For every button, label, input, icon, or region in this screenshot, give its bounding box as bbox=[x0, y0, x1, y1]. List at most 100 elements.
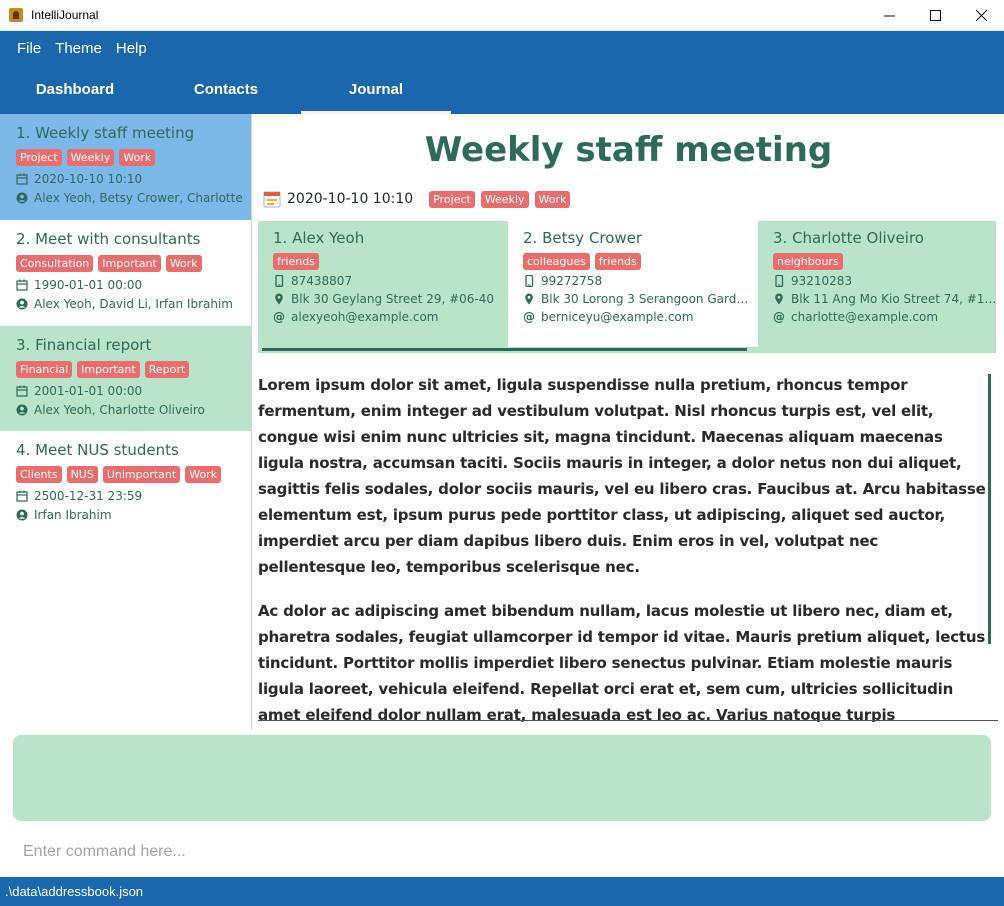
entry-tags: Financial Important Report bbox=[16, 361, 251, 378]
user-icon bbox=[16, 509, 28, 521]
entry-detail-panel: Weekly staff meeting 2020-10-10 10:10 Pr… bbox=[253, 114, 1004, 730]
contact-email: alexyeoh@example.com bbox=[291, 310, 439, 324]
calendar-icon bbox=[16, 385, 28, 397]
maximize-button[interactable] bbox=[912, 0, 958, 31]
contact-phone: 93210283 bbox=[791, 274, 853, 288]
tag: Work bbox=[119, 149, 156, 166]
contact-phone-row: 99272758 bbox=[523, 274, 753, 288]
body-paragraph: Lorem ipsum dolor sit amet, ligula suspe… bbox=[258, 376, 986, 576]
minimize-button[interactable] bbox=[866, 0, 912, 31]
tag: Important bbox=[98, 255, 161, 272]
body-divider bbox=[258, 720, 998, 721]
detail-meta-row: 2020-10-10 10:10 Project Weekly Work bbox=[263, 190, 571, 208]
contact-tags: neighbours bbox=[773, 253, 996, 270]
contact-tags: friends bbox=[273, 253, 508, 270]
close-icon bbox=[975, 10, 987, 21]
entry-body-text: Lorem ipsum dolor sit amet, ligula suspe… bbox=[258, 372, 988, 722]
email-at-icon: @ bbox=[523, 310, 535, 324]
tag: colleagues bbox=[523, 253, 590, 270]
menu-bar: File Theme Help bbox=[0, 31, 1004, 65]
contact-email: berniceyu@example.com bbox=[541, 310, 694, 324]
menu-theme[interactable]: Theme bbox=[55, 40, 102, 57]
app-icon bbox=[9, 8, 23, 22]
window-title: IntelliJournal bbox=[31, 8, 99, 22]
calendar-icon bbox=[16, 173, 28, 185]
entry-people-row: Alex Yeoh, Betsy Crower, Charlotte Olive… bbox=[16, 191, 244, 205]
user-icon bbox=[16, 404, 28, 416]
contact-tags: colleagues friends bbox=[523, 253, 758, 270]
entry-date-row: 2001-01-01 00:00 bbox=[16, 384, 244, 398]
tab-dashboard[interactable]: Dashboard bbox=[0, 65, 150, 114]
contact-card[interactable]: 3. Charlotte Oliveiro neighbours 9321028… bbox=[758, 221, 996, 347]
menu-help[interactable]: Help bbox=[116, 40, 147, 57]
entry-people: Alex Yeoh, Charlotte Oliveiro bbox=[34, 403, 205, 417]
close-button[interactable] bbox=[958, 0, 1004, 31]
entry-tags: Consultation Important Work bbox=[16, 255, 251, 272]
entry-date: 2500-12-31 23:59 bbox=[34, 489, 143, 503]
detail-date: 2020-10-10 10:10 bbox=[287, 191, 414, 207]
tag: Work bbox=[185, 466, 222, 483]
entry-date: 2020-10-10 10:10 bbox=[34, 172, 143, 186]
entry-date: 2001-01-01 00:00 bbox=[34, 384, 143, 398]
entry-date-row: 1990-01-01 00:00 bbox=[16, 278, 244, 292]
contact-address-row: Blk 30 Lorong 3 Serangoon Gardens, #07-1… bbox=[523, 292, 753, 306]
tag: Weekly bbox=[66, 149, 115, 166]
list-item[interactable]: 3. Financial report Financial Important … bbox=[0, 326, 251, 431]
user-icon bbox=[16, 298, 28, 310]
contact-address: Blk 30 Lorong 3 Serangoon Gardens, #07-1… bbox=[541, 292, 753, 306]
contact-email-row: @ berniceyu@example.com bbox=[523, 310, 753, 324]
contact-phone-row: 93210283 bbox=[773, 274, 996, 288]
body-paragraph: Ac dolor ac adipiscing amet bibendum nul… bbox=[258, 602, 986, 722]
user-icon bbox=[16, 192, 28, 204]
email-at-icon: @ bbox=[773, 310, 785, 324]
result-display bbox=[13, 735, 991, 821]
phone-icon bbox=[525, 275, 534, 287]
calendar-icon bbox=[263, 191, 281, 208]
tag: Important bbox=[77, 361, 140, 378]
entry-date-row: 2020-10-10 10:10 bbox=[16, 172, 244, 186]
tag: Consultation bbox=[16, 255, 94, 272]
tag: Report bbox=[144, 361, 190, 378]
contact-cards-strip[interactable]: 1. Alex Yeoh friends 87438807 Blk 30 Gey… bbox=[258, 221, 996, 353]
contact-name: 3. Charlotte Oliveiro bbox=[773, 229, 924, 247]
tag: Clients bbox=[16, 466, 62, 483]
entry-people: Irfan Ibrahim bbox=[34, 508, 112, 522]
tag: Weekly bbox=[480, 190, 529, 208]
minimize-icon bbox=[883, 15, 895, 17]
contact-card[interactable]: 1. Alex Yeoh friends 87438807 Blk 30 Gey… bbox=[258, 221, 508, 347]
tag: friends bbox=[594, 253, 641, 270]
entry-title: 3. Financial report bbox=[16, 336, 152, 354]
tag: Project bbox=[429, 190, 475, 208]
command-input[interactable] bbox=[13, 832, 991, 872]
entry-people: Alex Yeoh, David Li, Irfan Ibrahim bbox=[34, 297, 233, 311]
contact-address: Blk 11 Ang Mo Kio Street 74, #11-04 bbox=[791, 292, 996, 306]
contact-email: charlotte@example.com bbox=[791, 310, 939, 324]
location-pin-icon bbox=[525, 293, 533, 305]
list-item[interactable]: 1. Weekly staff meeting Project Weekly W… bbox=[0, 114, 251, 220]
location-pin-icon bbox=[775, 293, 783, 305]
tab-journal[interactable]: Journal bbox=[301, 65, 451, 114]
contact-email-row: @ alexyeoh@example.com bbox=[273, 310, 503, 324]
tab-contacts[interactable]: Contacts bbox=[151, 65, 301, 114]
contact-name: 1. Alex Yeoh bbox=[273, 229, 365, 247]
title-bar: IntelliJournal bbox=[0, 0, 1004, 31]
entry-title: 4. Meet NUS students bbox=[16, 441, 179, 459]
status-bar: .\data\addressbook.json bbox=[0, 877, 1004, 906]
contact-card[interactable]: 2. Betsy Crower colleagues friends 99272… bbox=[508, 221, 758, 347]
entry-people-row: Alex Yeoh, Charlotte Oliveiro bbox=[16, 403, 244, 417]
horizontal-scrollbar[interactable] bbox=[262, 348, 747, 351]
contact-phone: 99272758 bbox=[541, 274, 603, 288]
email-at-icon: @ bbox=[273, 310, 285, 324]
entry-title: 2. Meet with consultants bbox=[16, 230, 201, 248]
contact-address: Blk 30 Geylang Street 29, #06-40 bbox=[291, 292, 495, 306]
vertical-scrollbar[interactable] bbox=[988, 374, 991, 644]
list-item[interactable]: 2. Meet with consultants Consultation Im… bbox=[0, 220, 251, 326]
contact-address-row: Blk 11 Ang Mo Kio Street 74, #11-04 bbox=[773, 292, 996, 306]
location-pin-icon bbox=[275, 293, 283, 305]
menu-file[interactable]: File bbox=[17, 40, 41, 57]
contact-phone: 87438807 bbox=[291, 274, 353, 288]
entry-date-row: 2500-12-31 23:59 bbox=[16, 489, 244, 503]
detail-title: Weekly staff meeting bbox=[424, 130, 833, 170]
tag: Financial bbox=[16, 361, 73, 378]
list-item[interactable]: 4. Meet NUS students Clients NUS Unimpor… bbox=[0, 431, 251, 536]
